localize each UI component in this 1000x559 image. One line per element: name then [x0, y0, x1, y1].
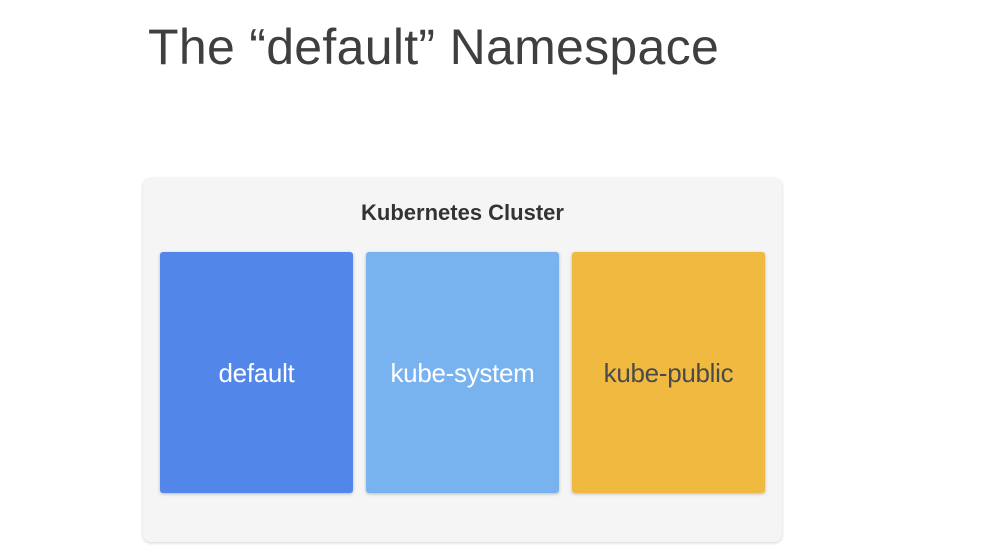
namespace-default-box: default: [160, 252, 353, 493]
namespace-kube-public-label: kube-public: [603, 357, 734, 388]
namespace-default-label: default: [218, 357, 295, 388]
slide-title: The “default” Namespace: [148, 19, 720, 75]
kubernetes-cluster-panel: Kubernetes Cluster default kube-system k…: [143, 178, 782, 542]
namespace-kube-system-box: kube-system: [366, 252, 559, 493]
cluster-title: Kubernetes Cluster: [361, 200, 564, 225]
namespace-kube-system-label: kube-system: [390, 357, 535, 388]
namespace-kube-public-box: kube-public: [572, 252, 765, 493]
